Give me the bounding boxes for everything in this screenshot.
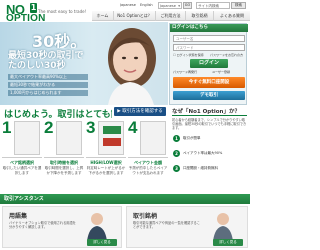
instruments-more-button[interactable]: 詳しく見る bbox=[213, 239, 243, 246]
point-2-number: 2 bbox=[173, 150, 180, 157]
glossary-person-image bbox=[87, 213, 107, 241]
register-link[interactable]: ユーザー登録 bbox=[212, 70, 246, 75]
remember-checkbox[interactable]: ☐ ログイン状態を保持 bbox=[173, 53, 213, 58]
step-3-desc: 判定時レートが上がるか下がるかを選択します bbox=[86, 166, 126, 175]
hero-headline: 30秒。 bbox=[32, 32, 87, 48]
how-to-trade-label: 取引方法を確認する bbox=[122, 109, 163, 114]
instruments-title: 取引銘柄 bbox=[133, 213, 158, 220]
nav-item-home[interactable]: ホーム bbox=[92, 11, 114, 21]
forgot-password-link[interactable]: パスワードをお忘れの方 bbox=[210, 53, 246, 58]
step-1-desc: 取引したい通貨ペアを選択します bbox=[2, 166, 42, 175]
step-1-title: ペア銘柄選択 bbox=[2, 157, 42, 165]
step-3-title: HIGH/LOW選択 bbox=[86, 157, 126, 165]
step-3-image bbox=[98, 121, 124, 155]
username-field[interactable]: ユーザー名 bbox=[173, 35, 245, 42]
why-heading: なぜ「No1 Option」か？ bbox=[172, 107, 247, 116]
glossary-title: 用語集 bbox=[9, 213, 28, 220]
language-select[interactable]: Japanese ▾ bbox=[158, 2, 182, 9]
assist-heading: 取引アシスタンス bbox=[0, 194, 250, 204]
login-panel: ログインはこちら ユーザー名 パスワード ☐ ログイン状態を保持 パスワードをお… bbox=[169, 23, 248, 105]
step-2-number: 2 bbox=[44, 118, 54, 137]
step-2-image bbox=[56, 121, 82, 155]
nav-item-about[interactable]: No1 Optionとは？ bbox=[114, 11, 156, 21]
point-2-label: ペイアウト率は最大90% bbox=[183, 151, 223, 155]
point-3-number: 3 bbox=[173, 165, 180, 172]
high-arrow-icon bbox=[103, 126, 121, 134]
step-4-title: ペイアウト金額 bbox=[128, 157, 168, 165]
open-account-button[interactable]: 今すぐ無料口座開設 bbox=[173, 77, 245, 88]
language-select-value: Japanese bbox=[160, 4, 176, 8]
tagline: The most easy to trade! bbox=[38, 9, 86, 14]
lang-japanese-link[interactable]: Japanese bbox=[120, 3, 138, 8]
reissue-password-link[interactable]: パスワード再発行 bbox=[173, 70, 207, 75]
login-button[interactable]: ログイン bbox=[190, 59, 228, 68]
hero-bullet-1: 最大ペイアウト率最高90%以上 bbox=[8, 74, 88, 80]
point-1-label: 取引が簡単 bbox=[183, 136, 201, 140]
step-4-image bbox=[140, 121, 166, 155]
glossary-text: バイナリーオプション取引で使用される用語を分かりやすく解説します。 bbox=[9, 221, 76, 229]
hero-bullet-3: 1,000円からはじめられます bbox=[8, 90, 88, 96]
step-3-number: 3 bbox=[86, 118, 96, 137]
search-input[interactable]: サイト内検索 bbox=[196, 2, 230, 9]
demo-trade-button[interactable]: デモ取引 bbox=[173, 91, 245, 100]
step-4-number: 4 bbox=[128, 118, 138, 137]
hero-banner: 30秒。 最短30秒の取引で たのしい30秒 最大ペイアウト率最高90%以上 最… bbox=[0, 22, 168, 105]
point-1-number: 1 bbox=[173, 135, 180, 142]
low-arrow-icon bbox=[103, 138, 121, 146]
instruments-card: 取引銘柄 取引可能な通貨ペアや商品の一覧を確認することができます。 詳しく見る bbox=[126, 206, 248, 248]
lang-english-link[interactable]: English bbox=[140, 3, 156, 8]
hero-woman-image bbox=[108, 28, 156, 105]
glossary-card: 用語集 バイナリーオプション取引で使用される用語を分かりやすく解説します。 詳し… bbox=[2, 206, 122, 248]
chevron-down-icon: ▾ bbox=[178, 4, 180, 8]
password-field[interactable]: パスワード bbox=[173, 44, 245, 51]
logo-badge[interactable]: 1 bbox=[30, 3, 37, 13]
point-3-label: 口座開設・維持費無料 bbox=[183, 166, 218, 170]
search-button[interactable]: 検索 bbox=[231, 2, 246, 9]
step-2-desc: 取引時間を選択し、上昇か下降かを予測します bbox=[44, 166, 84, 175]
nav-item-instruments[interactable]: 取引銘柄 bbox=[186, 11, 214, 21]
step-2-title: 取引時間を選択 bbox=[44, 157, 84, 165]
how-to-trade-button[interactable]: ▶ 取引方法を確認する bbox=[114, 107, 166, 116]
instruments-text: 取引可能な通貨ペアや商品の一覧を確認することができます。 bbox=[133, 221, 200, 229]
hero-bullet-2: 最短30秒で結果がわかる bbox=[8, 82, 88, 88]
login-title: ログインはこちら bbox=[170, 24, 248, 32]
go-button[interactable]: GO bbox=[183, 2, 192, 9]
instruments-person-image bbox=[213, 213, 233, 241]
step-4-desc: 予測が的中したらペイアウトが支払われます bbox=[128, 166, 168, 175]
nav-item-usage[interactable]: ご利用方法 bbox=[156, 11, 186, 21]
nav-item-faq[interactable]: よくある質問 bbox=[214, 11, 250, 21]
step-1-number: 1 bbox=[2, 118, 12, 137]
why-text: 初心者から経験者まで、シンプルで分かりやすい取引画面。最短30秒の取引でいつでも… bbox=[172, 118, 247, 130]
top-nav: ホーム No1 Optionとは？ ご利用方法 取引銘柄 よくある質問 bbox=[92, 11, 250, 21]
remember-label: ログイン状態を保持 bbox=[176, 53, 204, 57]
step-1-image bbox=[14, 121, 40, 155]
glossary-more-button[interactable]: 詳しく見る bbox=[87, 239, 117, 246]
hero-subline-2: たのしい30秒 bbox=[8, 61, 66, 69]
